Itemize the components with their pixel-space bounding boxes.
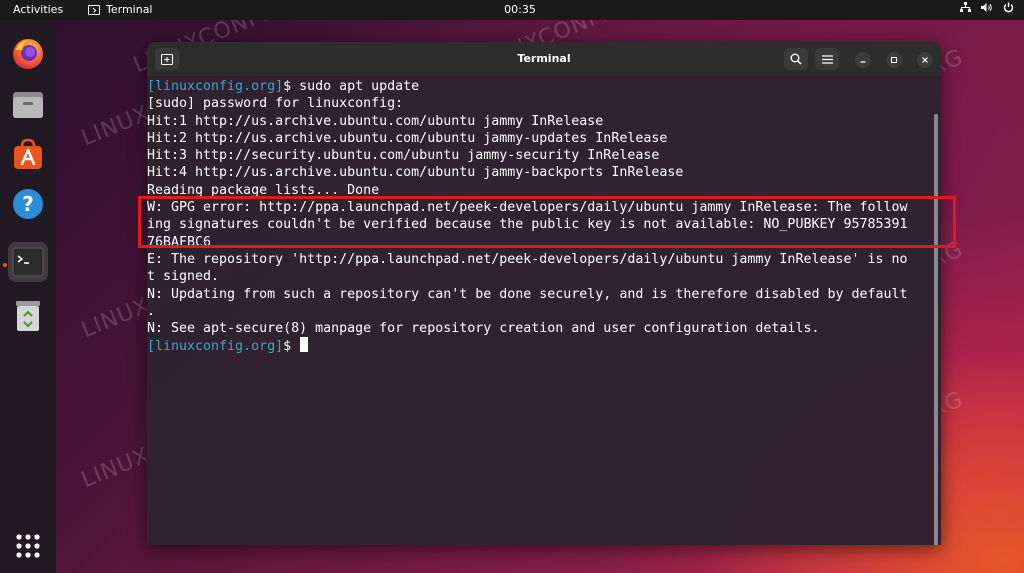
running-indicator [3, 263, 7, 267]
system-tray[interactable] [960, 2, 1014, 13]
network-icon [960, 2, 971, 12]
maximize-button[interactable] [886, 52, 902, 68]
desktop: LINUXCONFIG.ORG LINUXCONFIG.ORG LINUXCON… [0, 0, 1024, 573]
app-menu-label: Terminal [106, 3, 153, 16]
terminal-line-text: $ [283, 339, 300, 355]
terminal-line: [linuxconfig.org]$ [147, 337, 908, 354]
terminal-line: E: The repository 'http://ppa.launchpad.… [147, 251, 908, 268]
shell-prompt: [linuxconfig.org] [147, 79, 284, 94]
terminal-line: Hit:4 http://us.archive.ubuntu.com/ubunt… [147, 164, 908, 181]
terminal-line-text: N: Updating from such a repository can't… [147, 286, 908, 302]
terminal-line: t signed. [147, 268, 908, 285]
dock-item-terminal[interactable] [8, 242, 48, 282]
dock-item-firefox[interactable] [8, 34, 48, 74]
shell-prompt: [linuxconfig.org] [147, 339, 284, 355]
close-button[interactable] [917, 52, 933, 68]
clock[interactable]: 00:35 [496, 3, 544, 16]
show-apps-icon [16, 534, 40, 558]
software-center-icon [14, 138, 42, 169]
terminal-line-text: t signed. [147, 269, 220, 285]
terminal-line: . [147, 303, 908, 320]
terminal-line: Hit:2 http://us.archive.ubuntu.com/ubunt… [147, 130, 908, 147]
close-icon [922, 57, 928, 63]
app-menu[interactable]: Terminal [88, 3, 153, 16]
gpg-error-highlight [138, 196, 956, 248]
dock-item-trash[interactable] [8, 296, 48, 336]
terminal-line: Hit:1 http://us.archive.ubuntu.com/ubunt… [147, 113, 908, 130]
terminal-line: [linuxconfig.org]$ sudo apt update [147, 78, 908, 95]
terminal-line-text: Hit:3 http://security.ubuntu.com/ubuntu … [147, 148, 660, 164]
terminal-icon [12, 247, 44, 277]
files-icon [13, 92, 43, 118]
firefox-icon [13, 39, 43, 69]
maximize-icon [891, 57, 897, 63]
terminal-app-icon [88, 4, 100, 15]
hamburger-icon [821, 54, 833, 64]
terminal-output[interactable]: [linuxconfig.org]$ sudo apt update [sudo]… [147, 76, 941, 545]
volume-icon [981, 3, 992, 12]
terminal-line: [sudo] password for linuxconfig: [147, 95, 908, 112]
terminal-line: N: Updating from such a repository can't… [147, 286, 908, 303]
terminal-line-text: $ sudo apt update [283, 79, 420, 94]
help-icon: ? [13, 189, 43, 219]
terminal-line-text: Hit:1 http://us.archive.ubuntu.com/ubunt… [147, 113, 604, 129]
terminal-line-text: E: The repository 'http://ppa.launchpad.… [147, 251, 908, 267]
minimize-icon [860, 61, 866, 63]
top-bar: Activities Terminal 00:35 [0, 0, 1024, 20]
svg-text:?: ? [22, 192, 34, 216]
dock-item-software[interactable] [8, 134, 48, 174]
dock-item-help[interactable]: ? [8, 184, 48, 224]
dock-item-show-apps[interactable] [8, 526, 48, 566]
terminal-line-text: N: See apt-secure(8) manpage for reposit… [147, 321, 820, 337]
terminal-line-text: . [147, 303, 156, 319]
terminal-line-text: Hit:2 http://us.archive.ubuntu.com/ubunt… [147, 130, 668, 146]
activities-button[interactable]: Activities [13, 3, 63, 16]
power-icon [1003, 2, 1014, 13]
terminal-line: N: See apt-secure(8) manpage for reposit… [147, 320, 908, 337]
text-cursor [300, 337, 309, 353]
minimize-button[interactable] [855, 52, 871, 68]
terminal-line-text: [sudo] password for linuxconfig: [147, 96, 404, 112]
trash-icon [16, 301, 40, 331]
dock-item-files[interactable] [8, 84, 48, 124]
title-bar[interactable]: Terminal [147, 42, 941, 76]
terminal-line: Hit:3 http://security.ubuntu.com/ubuntu … [147, 147, 908, 164]
dock: ? [0, 20, 56, 573]
search-button[interactable] [784, 48, 808, 70]
menu-button[interactable] [815, 48, 839, 70]
terminal-window[interactable]: Terminal [linuxconfig.org]$ sudo apt upd… [147, 42, 941, 545]
search-icon [790, 53, 802, 65]
scrollbar[interactable] [934, 114, 938, 545]
terminal-line-text: Hit:4 http://us.archive.ubuntu.com/ubunt… [147, 165, 684, 181]
